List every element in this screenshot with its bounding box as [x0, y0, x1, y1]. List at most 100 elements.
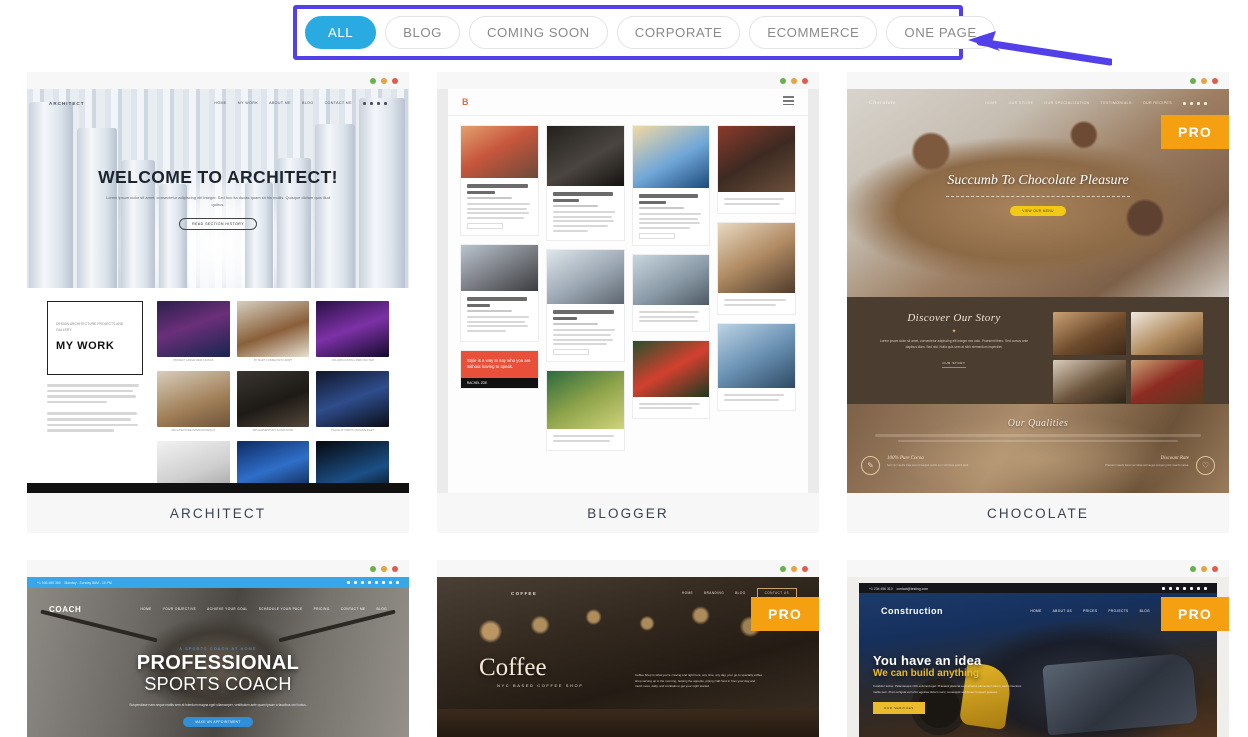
window-dot-yellow-icon — [791, 78, 797, 84]
coach-hero-title: PROFESSIONAL — [137, 653, 300, 674]
coach-nav-contact: CONTACT ME — [341, 607, 366, 611]
chocolate-story-text: Lorem ipsum dolor sit amet, consectetur … — [873, 339, 1035, 351]
architect-nav-contact-me: CONTACT ME — [325, 101, 352, 105]
filter-chip-label: ONE PAGE — [904, 25, 976, 40]
chocolate-story-title: Discover Our Story — [873, 312, 1035, 324]
template-preview-chocolate: PRO Chocolate HOME OUR STORE OUR SPECIAL… — [847, 89, 1229, 493]
template-preview-coach: +1 936 460 360 Monday - Sunday 8AM - 10 … — [27, 577, 409, 737]
window-dot-yellow-icon — [1201, 78, 1207, 84]
coach-nav-objective: YOUR OBJECTIVE — [163, 607, 196, 611]
chocolate-feature-text: Praesent mauris fusce nec tellus sed aug… — [1105, 464, 1189, 469]
coach-nav-home: HOME — [141, 607, 152, 611]
chocolate-qualities-section: Our Qualities ✎ 100% Pure Cocoa Sed non … — [847, 404, 1229, 493]
architect-hero-title: WELCOME TO ARCHITECT! — [98, 168, 338, 186]
coffee-nav-branding: BRANDING — [704, 591, 724, 595]
template-name-blogger: BLOGGER — [437, 493, 819, 533]
window-dot-red-icon — [802, 78, 808, 84]
blog-post-item — [632, 254, 711, 332]
browser-chrome-bar — [847, 72, 1229, 89]
blog-post-item — [717, 125, 796, 214]
construction-hero-text: Curabitur lectus. Pellentesque nibh euis… — [873, 684, 1023, 695]
architect-work-section: DESIGN ARCHITECTURE PROJECTS AND GALLERY… — [27, 288, 409, 483]
chocolate-nav-specialization: OUR SPECIALIZATION — [1044, 101, 1089, 105]
chocolate-social-icons — [1183, 102, 1207, 105]
blogger-quote-author: RACHEL ZOE — [461, 378, 538, 388]
window-dot-green-icon — [780, 78, 786, 84]
architect-tile-caption: ARCHITECTURE INTERIOR REQUIT — [157, 427, 230, 434]
construction-hero-button: OUR SERVICES — [873, 702, 925, 714]
filter-chip-corporate[interactable]: CORPORATE — [617, 16, 741, 49]
pro-badge: PRO — [1161, 597, 1229, 631]
chocolate-feature-title: 100% Pure Cocoa — [887, 456, 969, 461]
pro-badge: PRO — [751, 597, 819, 631]
chocolate-hero-button: VIEW OUR MENU — [1010, 206, 1066, 216]
filter-chip-blog[interactable]: BLOG — [385, 16, 460, 49]
chocolate-story-button: OUR STORY — [942, 361, 965, 368]
architect-tile-caption: BY MART CONSECTETU ADIPT — [237, 357, 310, 364]
coach-topbar-phone: +1 936 460 360 — [37, 581, 61, 585]
window-dot-green-icon — [370, 78, 376, 84]
architect-tile-caption: PLACE AT TURPIS QUISQUE EGET — [316, 427, 389, 434]
browser-chrome-bar — [27, 72, 409, 89]
blogger-post-grid: Style is a way to say who you are withou… — [448, 116, 808, 460]
architect-nav-my-work: MY WORK — [238, 101, 258, 105]
filter-chip-label: BLOG — [403, 25, 442, 40]
filter-chip-one-page[interactable]: ONE PAGE — [886, 16, 994, 49]
template-card-coffee[interactable]: PRO COFFEE HOME BRANDING BLOG CONTACT US… — [437, 560, 819, 737]
blogger-site-logo: B — [462, 97, 469, 107]
chocolate-site-logo: Chocolate — [869, 100, 896, 106]
coffee-nav-blog: BLOG — [735, 591, 745, 595]
template-card-blogger[interactable]: B — [437, 72, 819, 533]
template-card-construction[interactable]: PRO +1 234 456 310 contact@testing.com — [847, 560, 1229, 737]
coach-topbar-hours: Monday - Sunday 8AM - 10 PM — [64, 581, 111, 585]
window-dot-green-icon — [1190, 78, 1196, 84]
coach-nav-blog: BLOG — [377, 607, 387, 611]
construction-nav-prices: PRICES — [1083, 609, 1097, 613]
blog-post-item — [632, 340, 711, 419]
architect-nav-home: HOME — [214, 101, 226, 105]
chocolate-feature-title: Discount Rate — [1105, 456, 1189, 461]
window-dot-yellow-icon — [1201, 566, 1207, 572]
architect-social-icons — [363, 102, 387, 105]
filter-chip-label: ECOMMERCE — [767, 25, 859, 40]
coach-hero-subtitle: SPORTS COACH — [144, 674, 291, 695]
template-name-architect: ARCHITECT — [27, 493, 409, 533]
blog-post-item — [546, 125, 625, 241]
template-preview-blogger: B — [437, 89, 819, 493]
filter-chip-coming-soon[interactable]: COMING SOON — [469, 16, 608, 49]
architect-site-logo: ARCHITECT — [49, 101, 85, 106]
template-name-chocolate: CHOCOLATE — [847, 493, 1229, 533]
blog-post-item — [546, 370, 625, 451]
window-dot-green-icon — [780, 566, 786, 572]
chocolate-nav-our-store: OUR STORE — [1008, 101, 1033, 105]
blog-post-item — [546, 249, 625, 362]
window-dot-red-icon — [1212, 566, 1218, 572]
blog-post-item — [717, 323, 796, 410]
coffee-site-logo: COFFEE — [511, 591, 537, 596]
coach-hero-kicker: A SPORTS COACH AT HOME — [179, 647, 256, 651]
coach-social-icons — [347, 581, 399, 584]
chocolate-nav-home: HOME — [985, 101, 997, 105]
chocolate-nav-testimonials: TESTIMONIALS — [1101, 101, 1132, 105]
window-dot-red-icon — [1212, 78, 1218, 84]
chocolate-story-section: Discover Our Story ✦ Lorem ipsum dolor s… — [847, 297, 1229, 404]
coach-hero-button: MAKE AN APPOINTMENT — [183, 717, 253, 727]
construction-topbar-email: contact@testing.com — [896, 587, 928, 591]
construction-nav-home: HOME — [1030, 609, 1041, 613]
chocolate-feature-text: Sed non mauris vitae erat consequat auct… — [887, 464, 969, 469]
window-dot-yellow-icon — [381, 566, 387, 572]
blogger-site-header: B — [448, 89, 808, 116]
pro-badge: PRO — [1161, 115, 1229, 149]
template-card-chocolate[interactable]: PRO Chocolate HOME OUR STORE OUR SPECIAL… — [847, 72, 1229, 533]
template-card-architect[interactable]: ARCHITECT HOME MY WORK ABOUT ME BLOG CON… — [27, 72, 409, 533]
coffee-hero-subtitle: NYC BASED COFFEE SHOP — [497, 683, 584, 688]
architect-nav-about-me: ABOUT ME — [269, 101, 291, 105]
architect-hero-button: READ SECTION HISTORY — [179, 218, 257, 230]
filter-chip-all[interactable]: ALL — [305, 16, 376, 49]
filter-chip-ecommerce[interactable]: ECOMMERCE — [749, 16, 877, 49]
filter-chip-label: CORPORATE — [635, 25, 723, 40]
chocolate-hero-title: Succumb To Chocolate Pleasure — [947, 174, 1128, 189]
hamburger-menu-icon — [783, 96, 794, 107]
template-card-coach[interactable]: +1 936 460 360 Monday - Sunday 8AM - 10 … — [27, 560, 409, 737]
architect-hero-subtitle: Lorem ipsum dolor sit amet, consectetur … — [103, 194, 332, 209]
